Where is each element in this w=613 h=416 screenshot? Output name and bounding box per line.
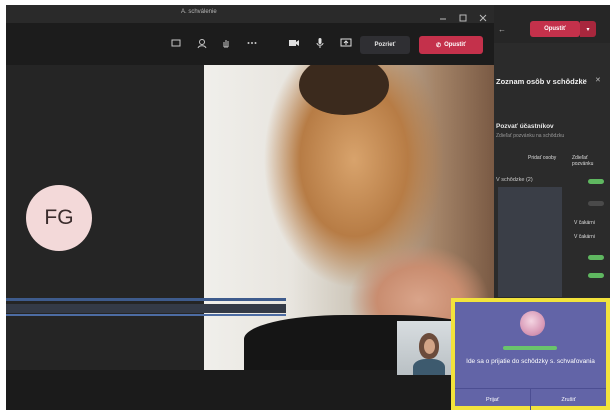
status-text: V čakárni	[574, 220, 595, 226]
microphone-icon[interactable]	[314, 37, 326, 49]
admit-button[interactable]: Prijať	[455, 389, 531, 410]
status-badge	[588, 255, 604, 260]
panel-leave-label: Opustiť	[544, 26, 566, 32]
maximize-icon[interactable]	[458, 9, 468, 22]
panel-title: Zoznam osôb v schôdzke	[496, 77, 587, 86]
participants-list	[498, 187, 562, 297]
bottom-bar	[6, 370, 496, 410]
chevron-down-icon[interactable]: ▾	[580, 21, 596, 37]
close-window-icon[interactable]	[478, 9, 488, 22]
screen-share-strip	[6, 304, 286, 313]
panel-header: ← Opustiť ▾	[494, 5, 610, 43]
admit-button-label: Prijať	[485, 397, 500, 403]
meeting-window: A. schválenie Pozrieť ✆ Opustiť FG ← Opu…	[6, 5, 610, 410]
notification-actions: Prijať Zrušiť	[455, 388, 606, 410]
back-arrow-icon[interactable]: ←	[498, 25, 506, 34]
notification-progress	[503, 346, 557, 350]
tab-add-people[interactable]: Pridať osoby	[528, 155, 556, 161]
raise-hand-icon[interactable]	[220, 37, 232, 49]
share-screen-icon[interactable]	[340, 37, 352, 49]
more-options-icon[interactable]: ⋯	[580, 77, 587, 84]
notification-avatar-icon	[520, 311, 545, 336]
self-video-preview[interactable]	[397, 321, 453, 375]
invite-section-subtitle: Zdieľať pozvánku na schôdzku	[496, 133, 565, 139]
title-bar: A. schválenie	[6, 5, 496, 23]
screen-share-strip	[6, 314, 286, 316]
deny-button-label: Zrušiť	[561, 397, 576, 403]
participants-group-label: V schôdzke (2)	[496, 177, 533, 183]
screen-share-strip	[6, 298, 286, 301]
reveal-button-label: Pozrieť	[374, 42, 396, 48]
reveal-button[interactable]: Pozrieť	[360, 36, 410, 54]
close-panel-icon[interactable]: ✕	[595, 77, 601, 84]
chat-icon[interactable]	[170, 37, 182, 49]
panel-leave-button[interactable]: Opustiť	[530, 21, 580, 37]
window-title: A. schválenie	[181, 9, 217, 15]
participant-tile: FG	[6, 65, 204, 370]
status-badge	[588, 179, 604, 184]
deny-button[interactable]: Zrušiť	[531, 389, 606, 410]
more-options-icon[interactable]	[246, 37, 258, 49]
panel-controls: ⋯ ✕	[580, 76, 601, 84]
self-video-face	[424, 339, 435, 354]
participants-icon[interactable]	[196, 37, 208, 49]
notification-message: Ide sa o prijatie do schôdzky s. schvaľo…	[466, 358, 595, 365]
leave-button-label: Opustiť	[444, 42, 466, 48]
status-badge	[588, 273, 604, 278]
admit-notification: Ide sa o prijatie do schôdzky s. schvaľo…	[451, 298, 610, 410]
status-badge	[588, 201, 604, 206]
leave-button[interactable]: ✆ Opustiť	[419, 36, 483, 54]
tab-share-invite[interactable]: Zdieľať pozvánku	[572, 155, 610, 167]
invite-section-title: Pozvať účastníkov	[496, 123, 554, 130]
self-video-body	[413, 359, 445, 375]
avatar-initials: FG	[44, 206, 74, 229]
minimize-icon[interactable]	[438, 9, 448, 20]
avatar: FG	[26, 185, 92, 251]
status-text: V čakárni	[574, 234, 595, 240]
camera-icon[interactable]	[288, 37, 300, 49]
phone-hangup-icon: ✆	[436, 42, 442, 49]
video-hair-shadow	[299, 65, 389, 115]
meeting-toolbar: Pozrieť ✆ Opustiť	[6, 23, 496, 65]
